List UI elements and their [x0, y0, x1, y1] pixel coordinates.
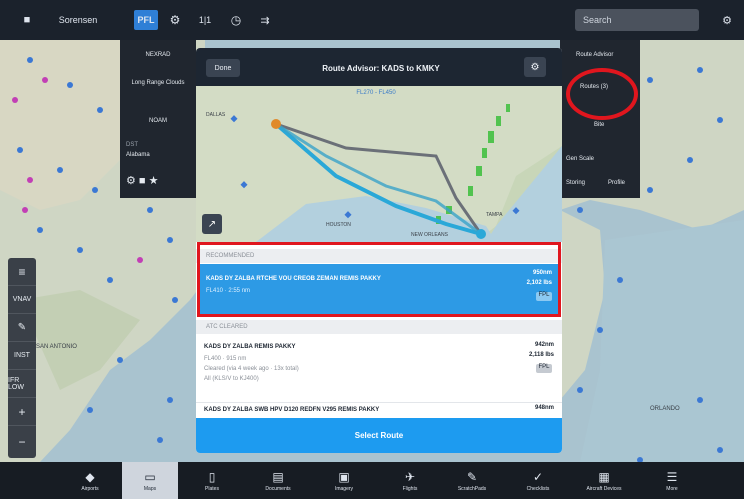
route-map-svg: DALLAS HOUSTON NEW ORLEANS TAMPA — [196, 86, 562, 242]
imagery-icon: ▣ — [338, 469, 350, 484]
nav-flights[interactable]: ✈ Flights — [382, 462, 438, 499]
nav-more[interactable]: ☰ More — [644, 462, 700, 499]
nav-label: More — [666, 485, 678, 492]
layer-icons-row[interactable]: ⚙ ■ ★ — [126, 174, 190, 187]
inst-button[interactable]: INST — [8, 342, 36, 370]
highlight-circle — [566, 68, 638, 120]
ifr-low-button[interactable]: IFR LOW — [8, 370, 36, 398]
top-toolbar: ■ Sorensen PFL ⚙ 1|1 ◷ ⇉ Search ⚙ — [0, 0, 744, 40]
clock-icon[interactable]: ◷ — [226, 10, 246, 30]
nav-label: Aircraft Devices — [586, 485, 622, 492]
zoom-out-button[interactable]: − — [8, 428, 36, 456]
route-advisor-item[interactable]: Route Advisor — [576, 52, 613, 58]
map-icon: ▭ — [144, 469, 156, 484]
cleared-route-sub1: FL400 · 915 nm — [204, 356, 247, 362]
cleared-fuel: 2,118 lbs — [528, 352, 554, 358]
recommended-highlight-box — [197, 242, 561, 317]
svg-text:ORLANDO: ORLANDO — [650, 406, 680, 412]
storing-item[interactable]: Storing — [566, 180, 585, 186]
flights-icon: ✈ — [404, 469, 416, 484]
settings-gear-icon[interactable]: ⚙ — [718, 10, 736, 30]
zoom-in-button[interactable]: + — [8, 398, 36, 426]
dst-label: DST — [126, 142, 138, 148]
third-route-text: KADS DY ZALBA SWB HPV D120 REDFN V295 RE… — [204, 407, 380, 413]
layer-nexrad[interactable]: NEXRAD — [126, 52, 190, 58]
map-label-new-orleans: NEW ORLEANS — [411, 232, 449, 238]
select-route-button[interactable]: Select Route — [196, 418, 562, 453]
third-route-row[interactable]: KADS DY ZALBA SWB HPV D120 REDFN V295 RE… — [196, 402, 562, 418]
bite-item[interactable]: Bite — [594, 122, 604, 128]
altitude-range: FL270 - FL450 — [356, 90, 396, 96]
nav-label: Plates — [205, 485, 219, 492]
gear-icon[interactable]: ⚙ — [165, 10, 185, 30]
cleared-route-sub2: Cleared (via 4 week ago · 13x total) — [204, 366, 299, 372]
cleared-distance: 942nm — [534, 342, 554, 348]
nav-label: Checklists — [526, 485, 550, 492]
nav-checklists[interactable]: ✓ Checklists — [510, 462, 566, 499]
layer-noam[interactable]: NOAM — [126, 118, 190, 124]
airport-icon: ◆ — [85, 469, 95, 484]
nav-label: Flights — [402, 485, 418, 492]
cleared-badge: FPL — [536, 364, 552, 373]
map-label-houston: HOUSTON — [326, 222, 351, 228]
menu-icon[interactable]: ■ — [16, 10, 38, 30]
plates-icon: ▯ — [208, 469, 216, 484]
atc-cleared-header: ATC CLEARED — [196, 320, 562, 334]
nav-label: Documents — [265, 485, 291, 492]
modal-header: Done Route Advisor: KADS to KMKY ⚙ — [196, 48, 562, 86]
third-distance: 948nm — [534, 405, 554, 411]
settings-icon[interactable]: ⚙ — [524, 57, 546, 77]
bottom-nav: ◆ Airports ▭ Maps ▯ Plates ▤ Documents ▣… — [0, 462, 744, 499]
gen-scale-item[interactable]: Gen Scale — [566, 156, 594, 162]
more-icon: ☰ — [666, 469, 678, 484]
search-input[interactable]: Search — [575, 9, 699, 31]
nav-label: Imagery — [334, 485, 354, 492]
nav-plates[interactable]: ▯ Plates — [184, 462, 240, 499]
nav-label: Airports — [81, 485, 99, 492]
layers-toggle-button[interactable]: ≡ — [8, 258, 36, 286]
profile-label[interactable]: Sorensen — [48, 10, 108, 30]
svg-text:SAN ANTONIO: SAN ANTONIO — [36, 344, 77, 350]
checklist-icon: ✓ — [532, 469, 544, 484]
destination-marker — [476, 229, 486, 239]
map-label-tampa: TAMPA — [486, 212, 503, 218]
dst-value: Alabama — [126, 152, 150, 158]
nav-label: Maps — [143, 485, 157, 492]
nav-maps[interactable]: ▭ Maps — [122, 462, 178, 499]
vnav-button[interactable]: VNAV — [8, 286, 36, 314]
route-advisor-modal: Done Route Advisor: KADS to KMKY ⚙ DALLA… — [196, 48, 562, 453]
cleared-route-text: KADS DY ZALBA REMIS PAKKY — [204, 344, 296, 350]
layers-icon[interactable]: ⇉ — [254, 10, 276, 30]
origin-marker — [271, 119, 281, 129]
nav-airports[interactable]: ◆ Airports — [62, 462, 118, 499]
expand-map-icon[interactable]: ↗ — [202, 214, 222, 234]
scratchpad-icon: ✎ — [466, 469, 478, 484]
layer-long-range-clouds[interactable]: Long Range Clouds — [126, 80, 190, 86]
nav-label: ScratchPads — [457, 485, 487, 492]
devices-icon: ▦ — [598, 469, 610, 484]
modal-title: Route Advisor: KADS to KMKY — [322, 63, 440, 73]
done-button[interactable]: Done — [206, 59, 240, 77]
map-tools-panel: ≡ VNAV ✎ INST IFR LOW + − — [8, 258, 36, 458]
route-preview-map[interactable]: DALLAS HOUSTON NEW ORLEANS TAMPA FL270 -… — [196, 86, 562, 242]
profile-item[interactable]: Profile — [608, 180, 625, 186]
nav-aircraft-devices[interactable]: ▦ Aircraft Devices — [576, 462, 632, 499]
nav-documents[interactable]: ▤ Documents — [250, 462, 306, 499]
layers-dropdown: NEXRAD Long Range Clouds NOAM DST Alabam… — [120, 40, 196, 198]
documents-icon: ▤ — [272, 469, 284, 484]
pfl-button[interactable]: PFL — [134, 10, 158, 30]
split-view-button[interactable]: 1|1 — [194, 10, 216, 30]
pencil-icon[interactable]: ✎ — [8, 314, 36, 342]
cleared-route-sub3: All (KLS/V to KJ400) — [204, 376, 259, 382]
map-label-dallas: DALLAS — [206, 112, 226, 118]
nav-scratchpads[interactable]: ✎ ScratchPads — [444, 462, 500, 499]
nav-imagery[interactable]: ▣ Imagery — [316, 462, 372, 499]
cleared-route-row[interactable]: KADS DY ZALBA REMIS PAKKY FL400 · 915 nm… — [196, 334, 562, 402]
